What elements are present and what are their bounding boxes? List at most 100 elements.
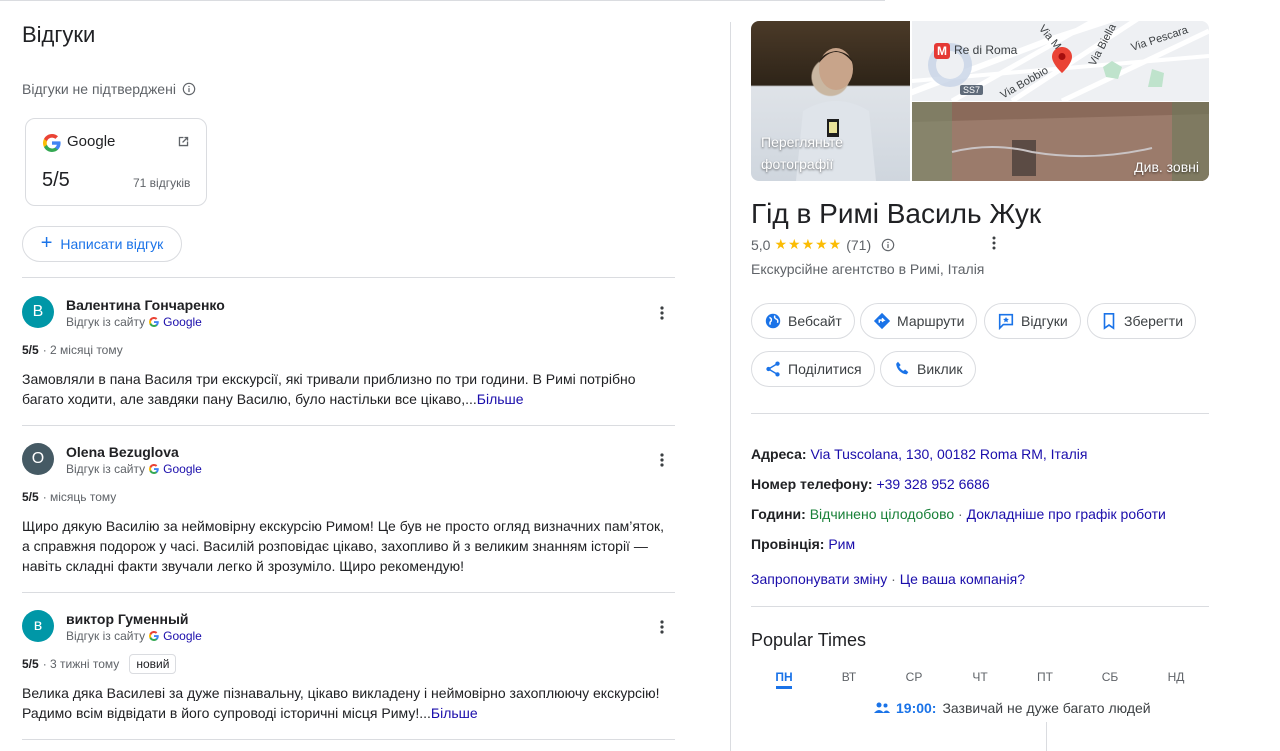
- day-tab[interactable]: НД: [1161, 670, 1191, 684]
- review-icon: [998, 313, 1014, 330]
- avatar[interactable]: В: [22, 296, 54, 328]
- review-time: · 3 тижні тому: [42, 657, 120, 671]
- top-divider: [0, 0, 885, 1]
- day-tab[interactable]: СБ: [1095, 670, 1125, 684]
- reviews-heading: Відгуки: [22, 22, 96, 47]
- new-badge: новий: [129, 654, 177, 674]
- google-card-name: Google: [67, 133, 116, 150]
- call-button[interactable]: Виклик: [880, 351, 976, 387]
- live-busyness: 19:00: Зазвичай не дуже багато людей: [874, 700, 1151, 716]
- day-tab[interactable]: ПТ: [1030, 670, 1060, 684]
- live-text: Зазвичай не дуже багато людей: [942, 700, 1151, 716]
- map-road-label: SS7: [960, 85, 984, 95]
- edit-row: Запропонувати зміну · Це ваша компанія?: [751, 571, 1025, 587]
- divider: [22, 277, 675, 278]
- more-options-icon[interactable]: [654, 452, 670, 468]
- google-card-count: 71 відгуків: [133, 176, 191, 190]
- directions-button[interactable]: Маршрути: [860, 303, 978, 339]
- info-icon[interactable]: [182, 82, 196, 96]
- review-time: · 2 місяці тому: [42, 343, 123, 357]
- more-options-icon[interactable]: [986, 235, 1002, 251]
- plus-icon: +: [40, 232, 53, 254]
- more-link[interactable]: Більше: [477, 391, 524, 407]
- province-label: Провінція:: [751, 536, 825, 552]
- reviews-button[interactable]: Відгуки: [984, 303, 1081, 339]
- address-label: Адреса:: [751, 446, 807, 462]
- own-business-link[interactable]: Це ваша компанія?: [900, 571, 1025, 587]
- unverified-note: Відгуки не підтверджені: [22, 81, 196, 97]
- address-row: Адреса: Via Tuscolana, 130, 00182 Roma R…: [751, 446, 1087, 462]
- more-options-icon[interactable]: [654, 305, 670, 321]
- google-logo-icon: [43, 134, 61, 152]
- review-source-prefix: Відгук із сайту: [66, 315, 146, 329]
- google-g-icon: [149, 464, 159, 474]
- review-text: Замовляли в пана Василя три екскурсії, я…: [22, 369, 675, 409]
- unverified-label: Відгуки не підтверджені: [22, 81, 176, 97]
- photos-tile[interactable]: Перегляньте фотографії: [751, 21, 910, 181]
- hours-details-link[interactable]: Докладніше про графік роботи: [967, 506, 1166, 522]
- globe-icon: [765, 313, 781, 329]
- call-label: Виклик: [917, 361, 963, 377]
- write-review-button[interactable]: + Написати відгук: [22, 226, 182, 262]
- separator-dot: ·: [958, 506, 963, 522]
- reviews-label: Відгуки: [1021, 313, 1068, 329]
- map-tile[interactable]: M Re di Roma SS7 Via Bobbio Via Biella V…: [912, 21, 1209, 101]
- save-label: Зберегти: [1124, 313, 1184, 329]
- review-source-link[interactable]: Google: [163, 462, 202, 476]
- divider: [751, 606, 1209, 607]
- external-link-icon[interactable]: [176, 134, 191, 149]
- province-link[interactable]: Рим: [828, 536, 855, 552]
- outside-caption: Див. зовні: [1134, 159, 1199, 175]
- reviewer-name[interactable]: Валентина Гончаренко: [66, 297, 225, 313]
- day-tab[interactable]: ПН: [769, 670, 799, 684]
- more-link[interactable]: Більше: [431, 705, 478, 721]
- address-link[interactable]: Via Tuscolana, 130, 00182 Roma RM, Італі…: [810, 446, 1087, 462]
- info-icon[interactable]: [881, 238, 895, 252]
- website-button[interactable]: Вебсайт: [751, 303, 855, 339]
- share-label: Поділитися: [788, 361, 862, 377]
- save-button[interactable]: Зберегти: [1087, 303, 1197, 339]
- phone-icon: [896, 361, 909, 375]
- hours-label: Години:: [751, 506, 806, 522]
- review-time: · місяць тому: [42, 490, 117, 504]
- phone-label: Номер телефону:: [751, 476, 873, 492]
- google-g-icon: [149, 631, 159, 641]
- review-source-prefix: Відгук із сайту: [66, 462, 146, 476]
- avatar[interactable]: O: [22, 443, 54, 475]
- review-source: Відгук із сайту Google: [66, 315, 202, 329]
- reviews-count-link[interactable]: (71): [846, 237, 871, 253]
- day-tab[interactable]: ВТ: [834, 670, 864, 684]
- write-review-label: Написати відгук: [60, 236, 164, 252]
- more-options-icon[interactable]: [654, 619, 670, 635]
- directions-icon: [873, 312, 891, 330]
- suggest-edit-link[interactable]: Запропонувати зміну: [751, 571, 887, 587]
- day-tab[interactable]: ЧТ: [965, 670, 995, 684]
- review-score: 5/5: [22, 657, 39, 671]
- google-rating-card[interactable]: Google 5/5 71 відгуків: [25, 118, 207, 206]
- review-meta: 5/5 · 2 місяці тому: [22, 343, 123, 357]
- chart-current-time-line: [1046, 722, 1047, 751]
- review-meta: 5/5 · 3 тижні тому новий: [22, 654, 177, 674]
- reviewer-name[interactable]: Olena Bezuglova: [66, 444, 179, 460]
- rating-value: 5,0: [751, 236, 771, 253]
- review-source-link[interactable]: Google: [163, 629, 202, 643]
- review-body: Велика дяка Василеві за дуже пізнавальну…: [22, 685, 660, 721]
- google-g-icon: [149, 317, 159, 327]
- review-body: Замовляли в пана Василя три екскурсії, я…: [22, 371, 636, 407]
- review-score: 5/5: [22, 343, 39, 357]
- avatar[interactable]: в: [22, 610, 54, 642]
- reviewer-name[interactable]: виктор Гуменный: [66, 611, 189, 627]
- divider: [22, 592, 675, 593]
- rating-stars: ★★★★★: [774, 236, 843, 252]
- separator-dot: ·: [891, 571, 896, 587]
- review-source-link[interactable]: Google: [163, 315, 202, 329]
- phone-link[interactable]: +39 328 952 6686: [876, 476, 989, 492]
- review-meta: 5/5 · місяць тому: [22, 490, 116, 504]
- phone-row: Номер телефону: +39 328 952 6686: [751, 476, 990, 492]
- share-button[interactable]: Поділитися: [751, 351, 875, 387]
- metro-icon: M: [934, 43, 950, 59]
- day-tab[interactable]: СР: [899, 670, 929, 684]
- bookmark-icon: [1103, 312, 1115, 330]
- street-view-tile[interactable]: Див. зовні: [912, 102, 1209, 181]
- business-title: Гід в Римі Василь Жук: [751, 198, 1042, 229]
